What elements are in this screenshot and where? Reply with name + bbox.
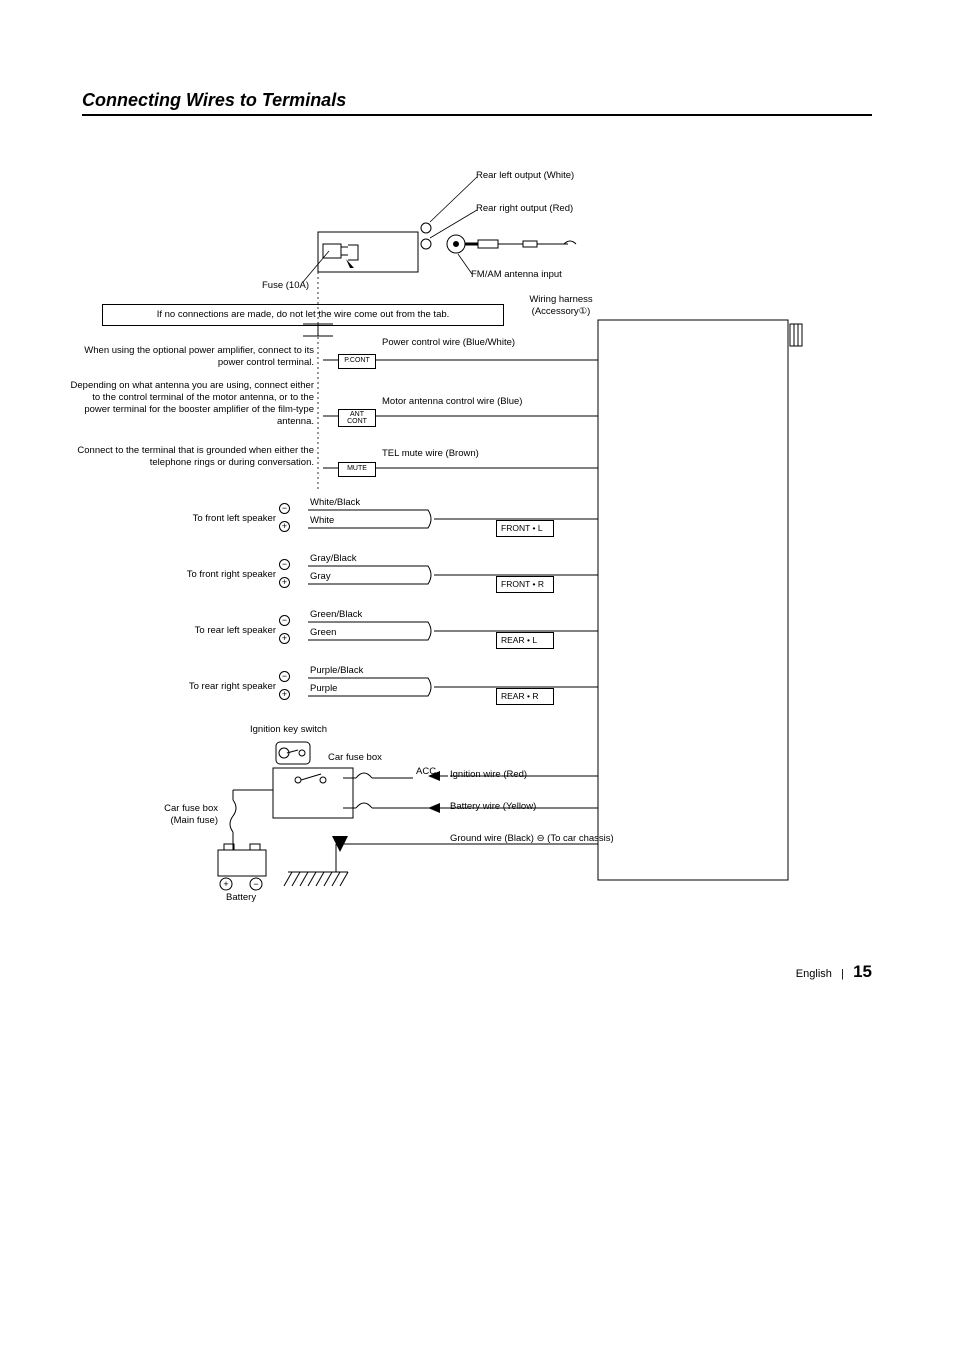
svg-text:+: + <box>223 879 228 889</box>
rl-neg-color: Green/Black <box>310 609 362 621</box>
rr-target: To rear right speaker <box>134 681 276 693</box>
plus-icon: + <box>279 633 290 644</box>
ign-switch-label: Ignition key switch <box>250 724 327 736</box>
tab-note: If no connections are made, do not let t… <box>102 304 504 326</box>
fl-pos-color: White <box>310 515 334 527</box>
footer-sep: | <box>841 968 844 980</box>
ign-wire-label: Ignition wire (Red) <box>450 769 527 781</box>
rr-neg-color: Purple/Black <box>310 665 363 677</box>
main-fuse-top: Car fuse box <box>140 803 218 815</box>
rl-target: To rear left speaker <box>134 625 276 637</box>
wiring-diagram: + − Rear left output (White) Rear right … <box>78 172 818 932</box>
fl-pin: FRONT • L <box>496 520 554 537</box>
footer-lang: English <box>796 968 832 980</box>
plus-icon: + <box>279 689 290 700</box>
rr-pin: REAR • R <box>496 688 554 705</box>
mute-chip: MUTE <box>338 462 376 477</box>
page-footer: English | 15 <box>82 962 872 982</box>
fr-neg-color: Gray/Black <box>310 553 356 565</box>
antcont-note: Depending on what antenna you are using,… <box>70 380 314 428</box>
fr-pos-color: Gray <box>310 571 331 583</box>
rear-left-output-label: Rear left output (White) <box>476 170 574 182</box>
fr-pin: FRONT • R <box>496 576 554 593</box>
mute-wire-label: TEL mute wire (Brown) <box>382 448 479 460</box>
antcont-chip-top: ANT <box>350 411 364 418</box>
page-title: Connecting Wires to Terminals <box>82 90 872 116</box>
footer-page: 15 <box>853 962 872 981</box>
rl-pin: REAR • L <box>496 632 554 649</box>
acc-label: ACC <box>416 766 436 778</box>
rr-pos-color: Purple <box>310 683 337 695</box>
harness-label-top: Wiring harness <box>516 294 606 306</box>
rl-pos-color: Green <box>310 627 336 639</box>
main-fuse-bot: (Main fuse) <box>140 815 218 827</box>
car-fuse-box-label: Car fuse box <box>328 752 382 764</box>
minus-icon: − <box>279 671 290 682</box>
antcont-chip: ANT CONT <box>338 409 376 427</box>
pcont-wire-label: Power control wire (Blue/White) <box>382 337 515 349</box>
pcont-note: When using the optional power amplifier,… <box>70 345 314 369</box>
fr-target: To front right speaker <box>134 569 276 581</box>
harness-label-bot: (Accessory①) <box>516 306 606 318</box>
mute-note: Connect to the terminal that is grounded… <box>70 445 314 469</box>
antcont-wire-label: Motor antenna control wire (Blue) <box>382 396 522 408</box>
svg-text:−: − <box>253 879 258 889</box>
pcont-chip: P.CONT <box>338 354 376 369</box>
antenna-input-label: FM/AM antenna input <box>471 269 562 281</box>
minus-icon: − <box>279 615 290 626</box>
fl-neg-color: White/Black <box>310 497 360 509</box>
battery-label: Battery <box>226 892 256 904</box>
fl-target: To front left speaker <box>134 513 276 525</box>
plus-icon: + <box>279 521 290 532</box>
minus-icon: − <box>279 559 290 570</box>
plus-icon: + <box>279 577 290 588</box>
minus-icon: − <box>279 503 290 514</box>
batt-wire-label: Battery wire (Yellow) <box>450 801 536 813</box>
rear-right-output-label: Rear right output (Red) <box>476 203 573 215</box>
antcont-chip-bot: CONT <box>347 418 367 425</box>
gnd-wire-label: Ground wire (Black) ⊖ (To car chassis) <box>450 833 614 845</box>
fuse-label: Fuse (10A) <box>262 280 309 292</box>
